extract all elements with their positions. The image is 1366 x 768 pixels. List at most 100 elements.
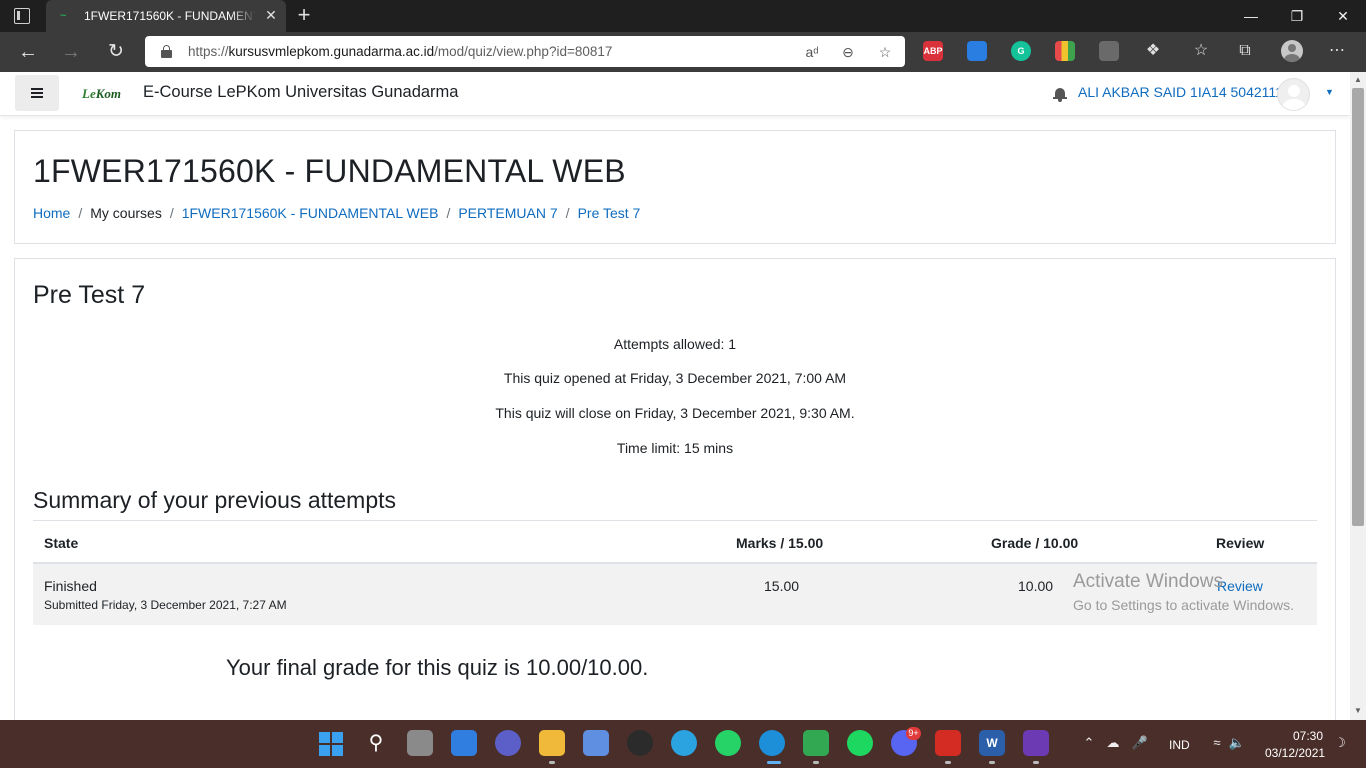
file-explorer-icon[interactable] [539,730,565,756]
speedometer-icon[interactable] [627,730,653,756]
windows-taskbar: ⚲ W ⌃ ☁ 🎤 IND ≈ 🔈 07:30 03/12/2021 ☽ [0,720,1366,768]
chevron-down-icon[interactable]: ▼ [1325,87,1335,97]
running-indicator [549,761,555,764]
site-name[interactable]: E-Course LePKom Universitas Gunadarma [143,83,458,102]
volume-icon[interactable]: 🔈 [1228,734,1246,752]
breadcrumb-separator: / [565,205,570,221]
browser-tab-active[interactable]: ~ 1FWER171560K - FUNDAMENTAL WEB ✕ [46,0,286,32]
wifi-icon[interactable]: ≈ [1208,734,1226,752]
read-aloud-icon[interactable]: aᵈ [801,41,823,63]
lock-icon[interactable] [161,45,172,58]
settings-menu-icon[interactable]: ⋯ [1326,40,1348,62]
minimize-button[interactable]: — [1228,0,1274,32]
activate-windows-subtext: Go to Settings to activate Windows. [1073,597,1294,613]
word-icon[interactable]: W [979,730,1005,756]
user-avatar[interactable] [1277,78,1310,111]
quiz-title: Pre Test 7 [33,281,146,309]
profile-avatar[interactable] [1281,40,1303,62]
notification-bell-icon[interactable] [1053,87,1067,103]
time-limit-text: Time limit: 15 mins [616,440,734,456]
course-title: 1FWER171560K - FUNDAMENTAL WEB [33,153,626,189]
breadcrumb-section[interactable]: PERTEMUAN 7 [458,205,557,221]
breadcrumb-separator: / [446,205,451,221]
tab-close-icon[interactable]: ✕ [263,7,279,23]
favorites-icon[interactable]: ☆ [1190,40,1212,62]
store-icon[interactable] [583,730,609,756]
review-link[interactable]: Review [1217,578,1263,594]
tab-actions-icon[interactable] [14,8,30,24]
close-window-button[interactable]: ✕ [1320,0,1366,32]
meet-icon[interactable] [803,730,829,756]
scrollbar-thumb[interactable] [1352,88,1364,526]
back-button[interactable]: ← [14,38,42,66]
clipboard-icon[interactable] [1099,41,1119,61]
scroll-up-icon[interactable]: ▲ [1353,75,1363,85]
task-view-icon[interactable] [407,730,433,756]
column-header-marks: Marks / 15.00 [736,535,824,551]
table-header-row: State Marks / 15.00 Grade / 10.00 Review [33,520,1317,564]
restore-button[interactable]: ❐ [1274,0,1320,32]
site-logo[interactable]: LeKom [82,86,121,104]
tab-title: 1FWER171560K - FUNDAMENTAL WEB [84,9,256,23]
zoom-out-icon[interactable]: ⊖ [837,41,859,63]
attempts-allowed-text: Attempts allowed: 1 [613,336,737,352]
start-button[interactable] [319,732,343,756]
forward-button[interactable]: → [57,38,85,66]
column-header-grade: Grade / 10.00 [991,535,1079,551]
url-text[interactable]: https://kursusvmlepkom.gunadarma.ac.id/m… [188,44,612,59]
breadcrumb-course[interactable]: 1FWER171560K - FUNDAMENTAL WEB [182,205,439,221]
collections-icon[interactable]: ⧉ [1234,40,1256,62]
telegram-icon[interactable] [671,730,697,756]
add-favorite-icon[interactable]: ☆ [874,41,896,63]
extensions-icon[interactable]: ❖ [1142,40,1164,62]
quiz-close-text: This quiz will close on Friday, 3 Decemb… [495,405,855,421]
address-bar[interactable]: https://kursusvmlepkom.gunadarma.ac.id/m… [145,36,905,67]
page-scrollbar[interactable]: ▲ ▼ [1350,72,1366,720]
focus-assist-icon[interactable]: ☽ [1331,734,1349,752]
new-tab-button[interactable]: + [293,4,315,27]
summary-heading: Summary of your previous attempts [33,487,397,513]
site-favicon-icon: ~ [60,10,67,22]
running-indicator [945,761,951,764]
activate-windows-watermark: Activate Windows [1073,571,1223,592]
final-grade-text: Your final grade for this quiz is 10.00/… [226,655,649,680]
active-indicator [767,761,781,764]
trello-icon[interactable] [967,41,987,61]
language-indicator[interactable]: IND [1169,738,1190,752]
visual-studio-icon[interactable] [1023,730,1049,756]
edge-browser-icon[interactable] [759,730,785,756]
breadcrumb-home[interactable]: Home [33,205,70,221]
scroll-down-icon[interactable]: ▼ [1353,706,1363,716]
whatsapp-icon[interactable] [715,730,741,756]
color-grid-icon[interactable] [1055,41,1075,61]
refresh-button[interactable]: ↻ [102,38,130,66]
clock-date[interactable]: 03/12/2021 [1265,746,1325,760]
onedrive-icon[interactable]: ☁ [1104,734,1122,752]
quiz-open-text: This quiz opened at Friday, 3 December 2… [503,370,847,386]
widgets-icon[interactable] [451,730,477,756]
breadcrumb: Home / My courses / 1FWER171560K - FUNDAMENT… [33,205,640,221]
grammarly-icon[interactable]: G [1011,41,1031,61]
clock-time[interactable]: 07:30 [1293,729,1323,743]
attempt-marks: 15.00 [764,578,800,594]
adblock-plus-icon[interactable]: ABP [923,41,943,61]
column-header-review: Review [1216,535,1265,551]
running-indicator [813,761,819,764]
breadcrumb-quiz[interactable]: Pre Test 7 [578,205,641,221]
running-indicator [989,761,995,764]
spotify-icon[interactable] [847,730,873,756]
microphone-icon[interactable]: 🎤 [1131,734,1149,752]
site-navbar: LeKom E-Course LePKom Universitas Gunada… [0,72,1350,116]
column-header-state: State [44,535,79,551]
quiz-main-region: Pre Test 7 Attempts allowed: 1 This quiz… [14,258,1336,720]
page-header: 1FWER171560K - FUNDAMENTAL WEB Home / My c… [14,130,1336,244]
teams-chat-icon[interactable] [495,730,521,756]
breadcrumb-separator: / [78,205,83,221]
chevron-up-icon[interactable]: ⌃ [1080,734,1098,752]
search-icon[interactable]: ⚲ [363,730,389,756]
user-menu-name[interactable]: ALI AKBAR SAID 1IA14 50421119 [1078,84,1291,100]
web-page: LeKom E-Course LePKom Universitas Gunada… [0,72,1350,720]
pdf-reader-icon[interactable] [935,730,961,756]
menu-toggle-button[interactable] [15,75,59,111]
discord-notification-badge: 9+ [906,727,921,740]
